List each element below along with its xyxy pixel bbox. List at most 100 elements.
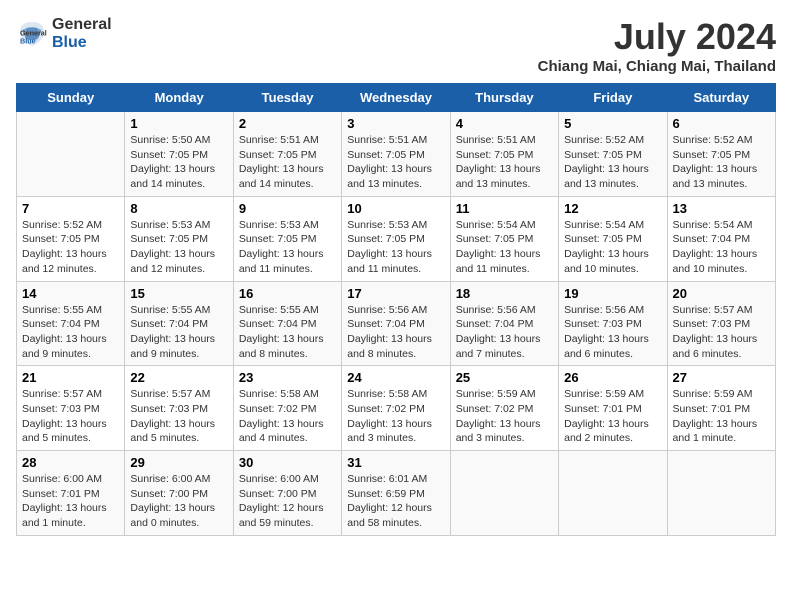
- col-thursday: Thursday: [450, 84, 558, 112]
- calendar-cell: 17Sunrise: 5:56 AM Sunset: 7:04 PM Dayli…: [342, 281, 450, 366]
- weekday-header-row: Sunday Monday Tuesday Wednesday Thursday…: [17, 84, 776, 112]
- day-number: 21: [22, 370, 119, 385]
- calendar-cell: 1 Sunrise: 5:50 AM Sunset: 7:05 PM Daylig…: [125, 112, 233, 197]
- day-number: 8: [130, 201, 227, 216]
- calendar-cell: 21 Sunrise: 5:57 AM Sunset: 7:03 PM Dayli…: [17, 366, 125, 451]
- day-info: Sunrise: 5:52 AM Sunset: 7:05 PM Dayligh…: [22, 218, 119, 277]
- day-number: 9: [239, 201, 336, 216]
- calendar-cell: [559, 451, 667, 536]
- day-info: Sunrise: 5:50 AM Sunset: 7:05 PM Dayligh…: [130, 133, 227, 192]
- day-info: Sunrise: 5:51 AM Sunset: 7:05 PM Dayligh…: [456, 133, 553, 192]
- logo: General Blue General Blue: [16, 16, 112, 51]
- day-number: 28: [22, 455, 119, 470]
- day-number: 19: [564, 286, 661, 301]
- day-info: Sunrise: 6:00 AM Sunset: 7:01 PM Dayligh…: [22, 472, 119, 531]
- day-info: Sunrise: 5:54 AM Sunset: 7:04 PM Dayligh…: [673, 218, 770, 277]
- calendar-body: 1 Sunrise: 5:50 AM Sunset: 7:05 PM Daylig…: [17, 112, 776, 536]
- day-info: Sunrise: 5:53 AM Sunset: 7:05 PM Dayligh…: [130, 218, 227, 277]
- day-number: 18: [456, 286, 553, 301]
- logo-general-text: General: [52, 16, 112, 34]
- calendar-cell: 24 Sunrise: 5:58 AM Sunset: 7:02 PM Dayli…: [342, 366, 450, 451]
- day-number: 31: [347, 455, 444, 470]
- day-number: 17: [347, 286, 444, 301]
- calendar-cell: 25 Sunrise: 5:59 AM Sunset: 7:02 PM Dayli…: [450, 366, 558, 451]
- calendar-cell: 4 Sunrise: 5:51 AM Sunset: 7:05 PM Daylig…: [450, 112, 558, 197]
- logo-blue-text: Blue: [52, 34, 112, 52]
- day-info: Sunrise: 5:55 AM Sunset: 7:04 PM Dayligh…: [239, 303, 336, 362]
- calendar-cell: [17, 112, 125, 197]
- day-info: Sunrise: 5:51 AM Sunset: 7:05 PM Dayligh…: [347, 133, 444, 192]
- calendar-cell: 20Sunrise: 5:57 AM Sunset: 7:03 PM Dayli…: [667, 281, 775, 366]
- day-info: Sunrise: 6:00 AM Sunset: 7:00 PM Dayligh…: [239, 472, 336, 531]
- col-monday: Monday: [125, 84, 233, 112]
- day-info: Sunrise: 5:55 AM Sunset: 7:04 PM Dayligh…: [130, 303, 227, 362]
- day-info: Sunrise: 5:54 AM Sunset: 7:05 PM Dayligh…: [456, 218, 553, 277]
- day-info: Sunrise: 5:59 AM Sunset: 7:01 PM Dayligh…: [564, 387, 661, 446]
- calendar-cell: 7 Sunrise: 5:52 AM Sunset: 7:05 PM Daylig…: [17, 196, 125, 281]
- month-title: July 2024: [538, 16, 776, 58]
- logo-icon: General Blue: [16, 18, 48, 50]
- day-number: 2: [239, 116, 336, 131]
- week-row-2: 7 Sunrise: 5:52 AM Sunset: 7:05 PM Daylig…: [17, 196, 776, 281]
- calendar-cell: 6Sunrise: 5:52 AM Sunset: 7:05 PM Daylig…: [667, 112, 775, 197]
- day-number: 15: [130, 286, 227, 301]
- title-block: July 2024 Chiang Mai, Chiang Mai, Thaila…: [538, 16, 776, 75]
- day-info: Sunrise: 6:00 AM Sunset: 7:00 PM Dayligh…: [130, 472, 227, 531]
- calendar-cell: 10 Sunrise: 5:53 AM Sunset: 7:05 PM Dayli…: [342, 196, 450, 281]
- day-number: 24: [347, 370, 444, 385]
- calendar-cell: 28 Sunrise: 6:00 AM Sunset: 7:01 PM Dayli…: [17, 451, 125, 536]
- col-tuesday: Tuesday: [233, 84, 341, 112]
- day-info: Sunrise: 5:59 AM Sunset: 7:02 PM Dayligh…: [456, 387, 553, 446]
- calendar-cell: 16Sunrise: 5:55 AM Sunset: 7:04 PM Dayli…: [233, 281, 341, 366]
- day-info: Sunrise: 5:57 AM Sunset: 7:03 PM Dayligh…: [22, 387, 119, 446]
- location: Chiang Mai, Chiang Mai, Thailand: [538, 58, 776, 75]
- day-number: 13: [673, 201, 770, 216]
- day-number: 10: [347, 201, 444, 216]
- day-number: 12: [564, 201, 661, 216]
- day-info: Sunrise: 5:59 AM Sunset: 7:01 PM Dayligh…: [673, 387, 770, 446]
- calendar-cell: 13 Sunrise: 5:54 AM Sunset: 7:04 PM Dayli…: [667, 196, 775, 281]
- day-info: Sunrise: 5:55 AM Sunset: 7:04 PM Dayligh…: [22, 303, 119, 362]
- calendar-cell: 8 Sunrise: 5:53 AM Sunset: 7:05 PM Daylig…: [125, 196, 233, 281]
- calendar-cell: 29 Sunrise: 6:00 AM Sunset: 7:00 PM Dayli…: [125, 451, 233, 536]
- day-number: 11: [456, 201, 553, 216]
- calendar-cell: 23Sunrise: 5:58 AM Sunset: 7:02 PM Dayli…: [233, 366, 341, 451]
- week-row-5: 28 Sunrise: 6:00 AM Sunset: 7:01 PM Dayli…: [17, 451, 776, 536]
- calendar-header: Sunday Monday Tuesday Wednesday Thursday…: [17, 84, 776, 112]
- col-sunday: Sunday: [17, 84, 125, 112]
- day-number: 25: [456, 370, 553, 385]
- day-info: Sunrise: 5:56 AM Sunset: 7:03 PM Dayligh…: [564, 303, 661, 362]
- day-info: Sunrise: 5:58 AM Sunset: 7:02 PM Dayligh…: [347, 387, 444, 446]
- day-number: 26: [564, 370, 661, 385]
- calendar-cell: 31Sunrise: 6:01 AM Sunset: 6:59 PM Dayli…: [342, 451, 450, 536]
- calendar-cell: 14 Sunrise: 5:55 AM Sunset: 7:04 PM Dayli…: [17, 281, 125, 366]
- day-number: 7: [22, 201, 119, 216]
- day-number: 23: [239, 370, 336, 385]
- day-number: 1: [130, 116, 227, 131]
- calendar-cell: 27Sunrise: 5:59 AM Sunset: 7:01 PM Dayli…: [667, 366, 775, 451]
- day-number: 6: [673, 116, 770, 131]
- calendar-cell: 26 Sunrise: 5:59 AM Sunset: 7:01 PM Dayli…: [559, 366, 667, 451]
- calendar-cell: 22 Sunrise: 5:57 AM Sunset: 7:03 PM Dayli…: [125, 366, 233, 451]
- col-saturday: Saturday: [667, 84, 775, 112]
- day-number: 14: [22, 286, 119, 301]
- calendar-cell: 12Sunrise: 5:54 AM Sunset: 7:05 PM Dayli…: [559, 196, 667, 281]
- day-number: 4: [456, 116, 553, 131]
- calendar-cell: 5Sunrise: 5:52 AM Sunset: 7:05 PM Daylig…: [559, 112, 667, 197]
- svg-text:Blue: Blue: [20, 36, 36, 45]
- day-number: 30: [239, 455, 336, 470]
- calendar-table: Sunday Monday Tuesday Wednesday Thursday…: [16, 83, 776, 536]
- calendar-cell: 18Sunrise: 5:56 AM Sunset: 7:04 PM Dayli…: [450, 281, 558, 366]
- calendar-cell: 3Sunrise: 5:51 AM Sunset: 7:05 PM Daylig…: [342, 112, 450, 197]
- week-row-3: 14 Sunrise: 5:55 AM Sunset: 7:04 PM Dayli…: [17, 281, 776, 366]
- day-number: 29: [130, 455, 227, 470]
- day-info: Sunrise: 5:53 AM Sunset: 7:05 PM Dayligh…: [347, 218, 444, 277]
- col-friday: Friday: [559, 84, 667, 112]
- day-info: Sunrise: 5:57 AM Sunset: 7:03 PM Dayligh…: [673, 303, 770, 362]
- calendar-cell: 2Sunrise: 5:51 AM Sunset: 7:05 PM Daylig…: [233, 112, 341, 197]
- day-number: 22: [130, 370, 227, 385]
- day-info: Sunrise: 5:57 AM Sunset: 7:03 PM Dayligh…: [130, 387, 227, 446]
- day-number: 5: [564, 116, 661, 131]
- calendar-cell: 9Sunrise: 5:53 AM Sunset: 7:05 PM Daylig…: [233, 196, 341, 281]
- calendar-cell: 11 Sunrise: 5:54 AM Sunset: 7:05 PM Dayli…: [450, 196, 558, 281]
